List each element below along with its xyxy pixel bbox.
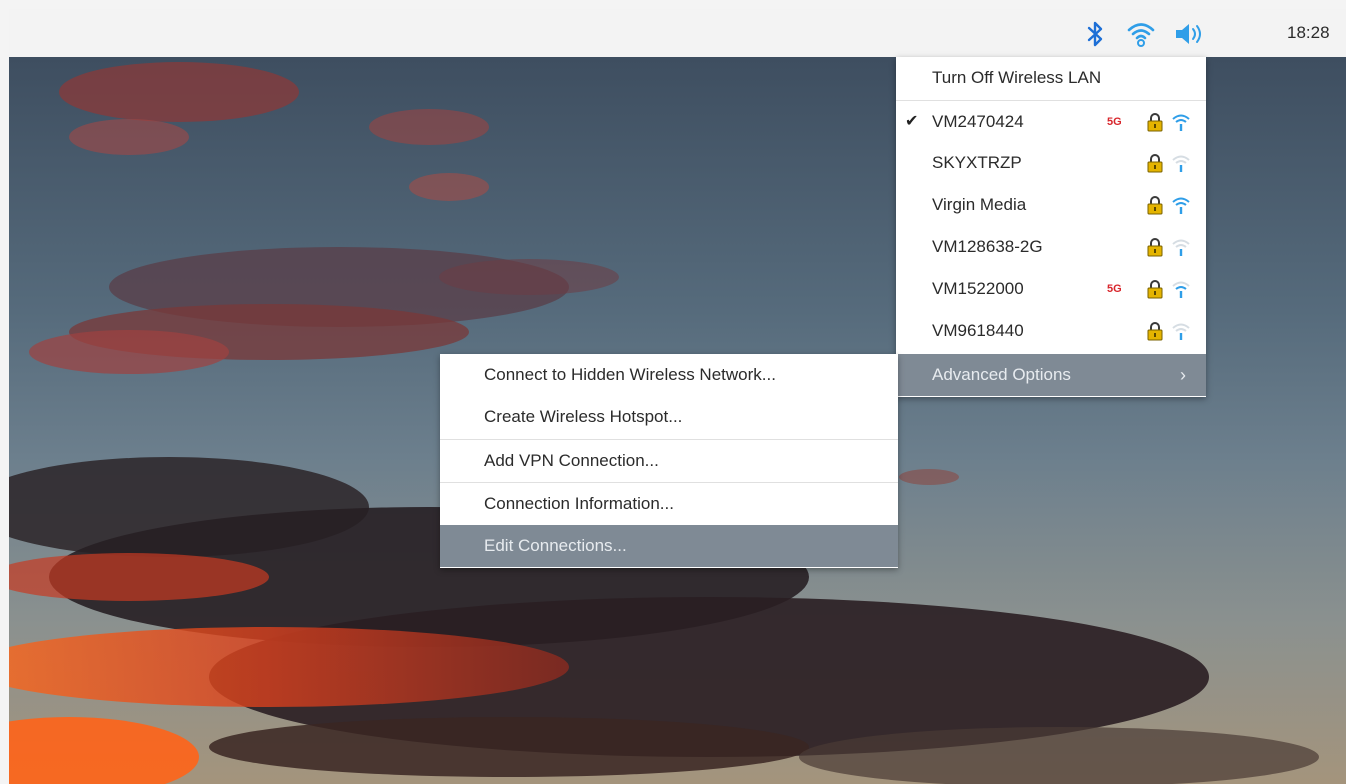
lock-icon xyxy=(1147,280,1163,299)
network-item-vm128638-2g[interactable]: VM128638-2G xyxy=(896,226,1206,268)
signal-weak-icon xyxy=(1172,323,1190,340)
network-ssid: VM128638-2G xyxy=(932,237,1043,256)
network-ssid: Virgin Media xyxy=(932,195,1027,214)
connection-information-item[interactable]: Connection Information... xyxy=(440,482,898,525)
lock-icon xyxy=(1147,196,1163,215)
lock-icon xyxy=(1147,113,1163,132)
edit-connections-item[interactable]: Edit Connections... xyxy=(440,525,898,567)
lock-icon xyxy=(1147,154,1163,173)
connect-hidden-network-item[interactable]: Connect to Hidden Wireless Network... xyxy=(440,354,898,396)
network-item-vm9618440[interactable]: VM9618440 xyxy=(896,310,1206,352)
add-vpn-connection-item[interactable]: Add VPN Connection... xyxy=(440,439,898,482)
menu-item-label: Advanced Options xyxy=(932,365,1071,384)
signal-strong-icon xyxy=(1172,197,1190,214)
network-ssid: VM1522000 xyxy=(932,279,1024,298)
taskbar: 18:28 xyxy=(9,9,1346,57)
wifi-icon[interactable] xyxy=(1127,20,1155,48)
network-item-virgin-media[interactable]: Virgin Media xyxy=(896,184,1206,226)
turn-off-wireless-lan-item[interactable]: Turn Off Wireless LAN xyxy=(896,57,1206,99)
clock[interactable]: 18:28 xyxy=(1287,21,1330,45)
create-hotspot-item[interactable]: Create Wireless Hotspot... xyxy=(440,396,898,438)
wifi-menu: Turn Off Wireless LAN ✔ VM2470424 5G SKY… xyxy=(896,57,1206,397)
network-item-vm2470424[interactable]: ✔ VM2470424 5G xyxy=(896,100,1206,143)
5g-badge: 5G xyxy=(1107,116,1122,128)
bluetooth-icon[interactable] xyxy=(1083,20,1107,48)
chevron-right-icon: › xyxy=(1180,365,1186,385)
network-ssid: SKYXTRZP xyxy=(932,153,1022,172)
network-ssid: VM9618440 xyxy=(932,321,1024,340)
signal-medium-icon xyxy=(1172,281,1190,298)
menu-item-label: Add VPN Connection... xyxy=(484,451,659,470)
menu-item-label: Edit Connections... xyxy=(484,536,627,555)
menu-item-label: Connection Information... xyxy=(484,494,674,513)
signal-strong-icon xyxy=(1172,114,1190,131)
network-item-vm1522000[interactable]: VM1522000 5G xyxy=(896,268,1206,310)
5g-badge: 5G xyxy=(1107,283,1122,295)
volume-icon[interactable] xyxy=(1173,20,1207,48)
lock-icon xyxy=(1147,238,1163,257)
advanced-options-item[interactable]: Advanced Options › xyxy=(896,354,1206,396)
lock-icon xyxy=(1147,322,1163,341)
menu-item-label: Turn Off Wireless LAN xyxy=(932,68,1102,87)
desktop: 18:28 Turn Off Wireless LAN ✔ VM2470424 … xyxy=(0,0,1346,784)
check-icon: ✔ xyxy=(905,113,919,130)
signal-weak-icon xyxy=(1172,239,1190,256)
signal-weak-icon xyxy=(1172,155,1190,172)
network-item-skyxtrzp[interactable]: SKYXTRZP xyxy=(896,142,1206,184)
menu-item-label: Connect to Hidden Wireless Network... xyxy=(484,365,776,384)
menu-item-label: Create Wireless Hotspot... xyxy=(484,407,683,426)
advanced-options-submenu: Connect to Hidden Wireless Network... Cr… xyxy=(440,354,898,568)
network-ssid: VM2470424 xyxy=(932,112,1024,131)
